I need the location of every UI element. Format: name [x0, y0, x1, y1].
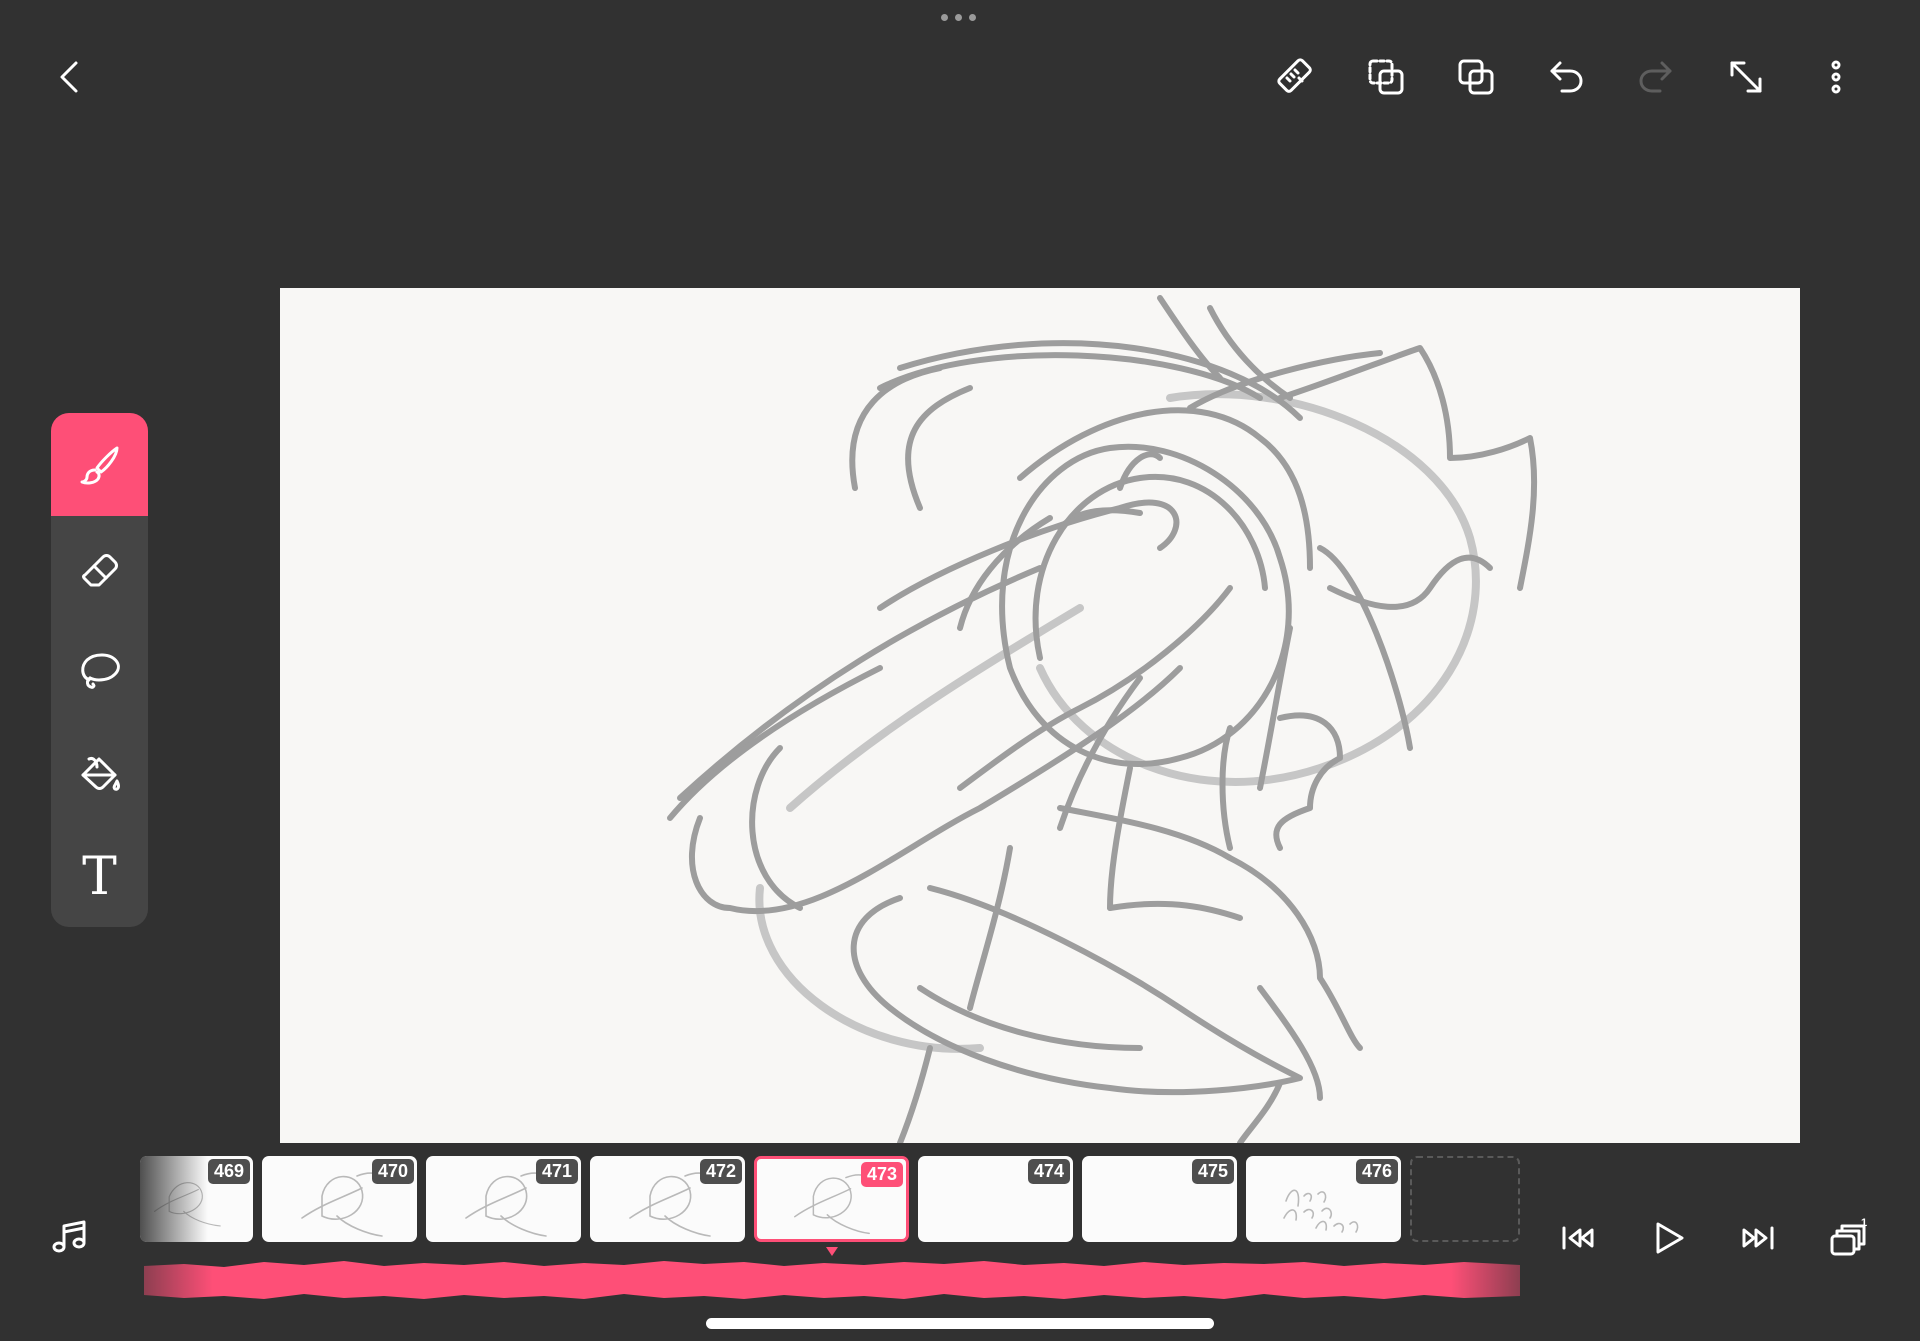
layers-count: 1: [1861, 1217, 1867, 1229]
paste-dashed-icon: [1368, 59, 1404, 95]
drawing-canvas[interactable]: [280, 288, 1800, 1146]
playhead-marker: [826, 1247, 838, 1256]
layers-icon: 1: [1830, 1217, 1867, 1256]
frame-thumbnail[interactable]: 475: [1082, 1156, 1237, 1242]
frame-thumbnail-current[interactable]: 473: [754, 1156, 909, 1242]
paint-bucket-icon: [81, 756, 120, 791]
ruler-button[interactable]: [1266, 47, 1326, 107]
duplicate-button[interactable]: [1446, 47, 1506, 107]
ruler-icon: [1277, 58, 1312, 93]
frame-number: 471: [535, 1159, 578, 1184]
brush-icon: [80, 446, 118, 484]
paste-button[interactable]: [1356, 47, 1416, 107]
music-note-icon: [52, 1220, 86, 1253]
frame-number: 473: [860, 1162, 903, 1187]
sketch-drawing: [667, 295, 1538, 1146]
text-tool-label: T: [82, 846, 117, 907]
text-tool[interactable]: T: [51, 825, 148, 927]
back-button[interactable]: [40, 47, 100, 107]
undo-icon: [1550, 61, 1583, 93]
play-icon: [1656, 1222, 1684, 1254]
eraser-tool[interactable]: [51, 516, 148, 619]
frame-thumbnail[interactable]: 469: [140, 1156, 253, 1242]
frame-timeline[interactable]: 469 470 471 472 473 474 475 476: [140, 1154, 1520, 1246]
more-button[interactable]: [1806, 47, 1866, 107]
audio-waveform[interactable]: [144, 1256, 1520, 1304]
frame-number: 470: [371, 1159, 414, 1184]
frame-number: 469: [207, 1159, 250, 1184]
home-indicator: [706, 1318, 1214, 1329]
lasso-tool[interactable]: [51, 619, 148, 722]
expand-diagonal-icon: [1730, 61, 1762, 93]
fill-tool[interactable]: [51, 722, 148, 825]
duplicate-icon: [1458, 59, 1494, 95]
jump-end-button[interactable]: [1728, 1208, 1788, 1268]
add-frame-slot[interactable]: [1410, 1156, 1520, 1242]
fullscreen-button[interactable]: [1716, 47, 1776, 107]
frame-number: 474: [1027, 1159, 1070, 1184]
redo-icon: [1639, 61, 1672, 93]
frame-thumbnail[interactable]: 476: [1246, 1156, 1401, 1242]
window-grabber[interactable]: [941, 14, 976, 21]
frame-thumbnail[interactable]: 474: [918, 1156, 1073, 1242]
more-vertical-icon: [1831, 60, 1841, 94]
frame-number: 472: [699, 1159, 742, 1184]
play-button[interactable]: [1638, 1208, 1698, 1268]
layers-button[interactable]: 1: [1818, 1208, 1878, 1268]
frame-thumbnail[interactable]: 470: [262, 1156, 417, 1242]
brush-tool[interactable]: [51, 413, 148, 516]
skip-forward-icon: [1742, 1226, 1774, 1250]
frame-number: 475: [1191, 1159, 1234, 1184]
redo-button[interactable]: [1626, 47, 1686, 107]
frame-thumbnail[interactable]: 472: [590, 1156, 745, 1242]
tool-palette: T: [51, 413, 148, 927]
skip-back-icon: [1562, 1226, 1594, 1250]
jump-start-button[interactable]: [1548, 1208, 1608, 1268]
lasso-icon: [80, 653, 120, 689]
eraser-icon: [81, 553, 118, 586]
undo-button[interactable]: [1536, 47, 1596, 107]
frame-number: 476: [1355, 1159, 1398, 1184]
frame-thumbnail[interactable]: 471: [426, 1156, 581, 1242]
music-button[interactable]: [40, 1208, 100, 1268]
chevron-left-icon: [60, 61, 78, 93]
